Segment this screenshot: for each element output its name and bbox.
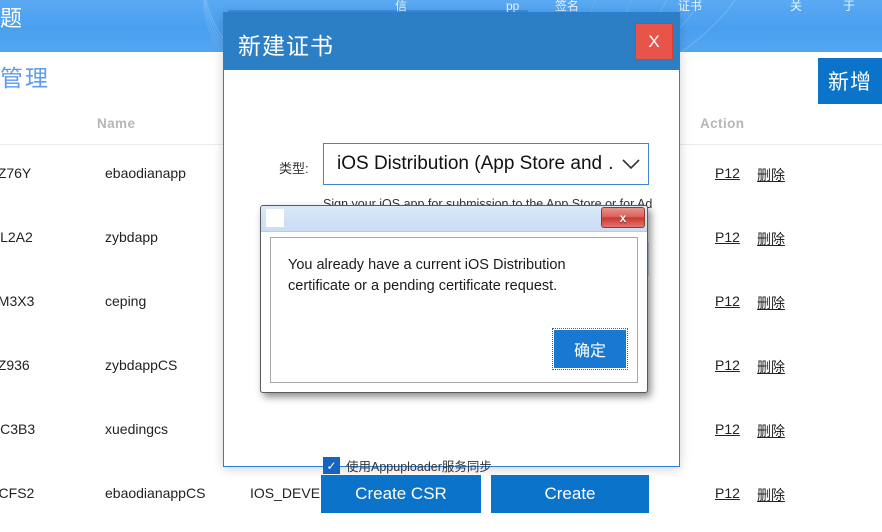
column-header-name: Name xyxy=(97,116,136,131)
page-title: 管理 xyxy=(0,65,50,91)
delete-link[interactable]: 删除 xyxy=(757,421,785,441)
delete-link[interactable]: 删除 xyxy=(757,229,785,249)
column-header-action: Action xyxy=(700,116,745,131)
certificate-type-value: iOS Distribution (App Store and … xyxy=(337,153,614,174)
create-button[interactable]: Create xyxy=(491,475,649,513)
add-certificate-button[interactable]: 新增 xyxy=(818,58,882,104)
delete-link[interactable]: 删除 xyxy=(757,485,785,505)
delete-link[interactable]: 删除 xyxy=(757,357,785,377)
delete-link[interactable]: 删除 xyxy=(757,293,785,313)
app-top-nav: 信 pp 签名 证书 关 于 xyxy=(0,0,882,12)
alert-title-bar: x xyxy=(261,206,647,232)
chevron-down-icon xyxy=(614,158,648,170)
p12-link[interactable]: P12 xyxy=(715,357,740,373)
cell-id: ZCFS2 xyxy=(0,485,35,501)
close-icon[interactable]: X xyxy=(635,23,673,60)
cell-name: ebaodianapp xyxy=(105,165,186,181)
nav-item-3[interactable]: 证书 xyxy=(678,0,702,12)
screen: 题 信 pp 签名 证书 关 于 管理 新增 Name Action 4Z76Y… xyxy=(0,0,882,532)
cell-name: ebaodianappCS xyxy=(105,485,206,501)
type-label: 类型: xyxy=(279,161,309,176)
appuploader-sync-label: 使用Appuploader服务同步 xyxy=(346,460,492,474)
cell-id: 4Z76Y xyxy=(0,165,32,181)
nav-item-5[interactable]: 于 xyxy=(843,0,855,12)
nav-item-0[interactable]: 信 xyxy=(395,0,407,12)
cell-name: zybdapp xyxy=(105,229,158,245)
cell-name: zybdappCS xyxy=(105,357,178,373)
p12-link[interactable]: P12 xyxy=(715,421,740,437)
close-icon[interactable]: x xyxy=(601,207,645,228)
checkmark-icon: ✓ xyxy=(323,457,340,474)
alert-dialog: x You already have a current iOS Distrib… xyxy=(260,205,648,393)
cell-id: UL2A2 xyxy=(0,229,33,245)
app-icon xyxy=(266,209,284,227)
nav-item-1[interactable]: pp xyxy=(506,0,519,12)
cell-id: 6M3X3 xyxy=(0,293,35,309)
alert-content-panel: You already have a current iOS Distribut… xyxy=(270,237,638,383)
alert-ok-button[interactable]: 确定 xyxy=(552,328,628,370)
p12-link[interactable]: P12 xyxy=(715,293,740,309)
nav-item-4[interactable]: 关 xyxy=(790,0,802,12)
nav-item-2[interactable]: 签名 xyxy=(555,0,579,12)
alert-message: You already have a current iOS Distribut… xyxy=(288,257,566,294)
cell-id: UC3B3 xyxy=(0,421,36,437)
p12-link[interactable]: P12 xyxy=(715,165,740,181)
p12-link[interactable]: P12 xyxy=(715,229,740,245)
dialog-title: 新建证书 xyxy=(238,33,334,59)
cell-name: xuedingcs xyxy=(105,421,169,437)
cell-id: 7Z936 xyxy=(0,357,30,373)
cell-name: ceping xyxy=(105,293,147,309)
create-csr-button[interactable]: Create CSR xyxy=(321,475,481,513)
p12-link[interactable]: P12 xyxy=(715,485,740,501)
dialog-title-bar: 新建证书 X xyxy=(224,13,679,70)
certificate-type-select[interactable]: iOS Distribution (App Store and … xyxy=(323,143,649,185)
delete-link[interactable]: 删除 xyxy=(757,165,785,185)
appuploader-sync-checkbox[interactable]: ✓ 使用Appuploader服务同步 xyxy=(323,456,492,475)
